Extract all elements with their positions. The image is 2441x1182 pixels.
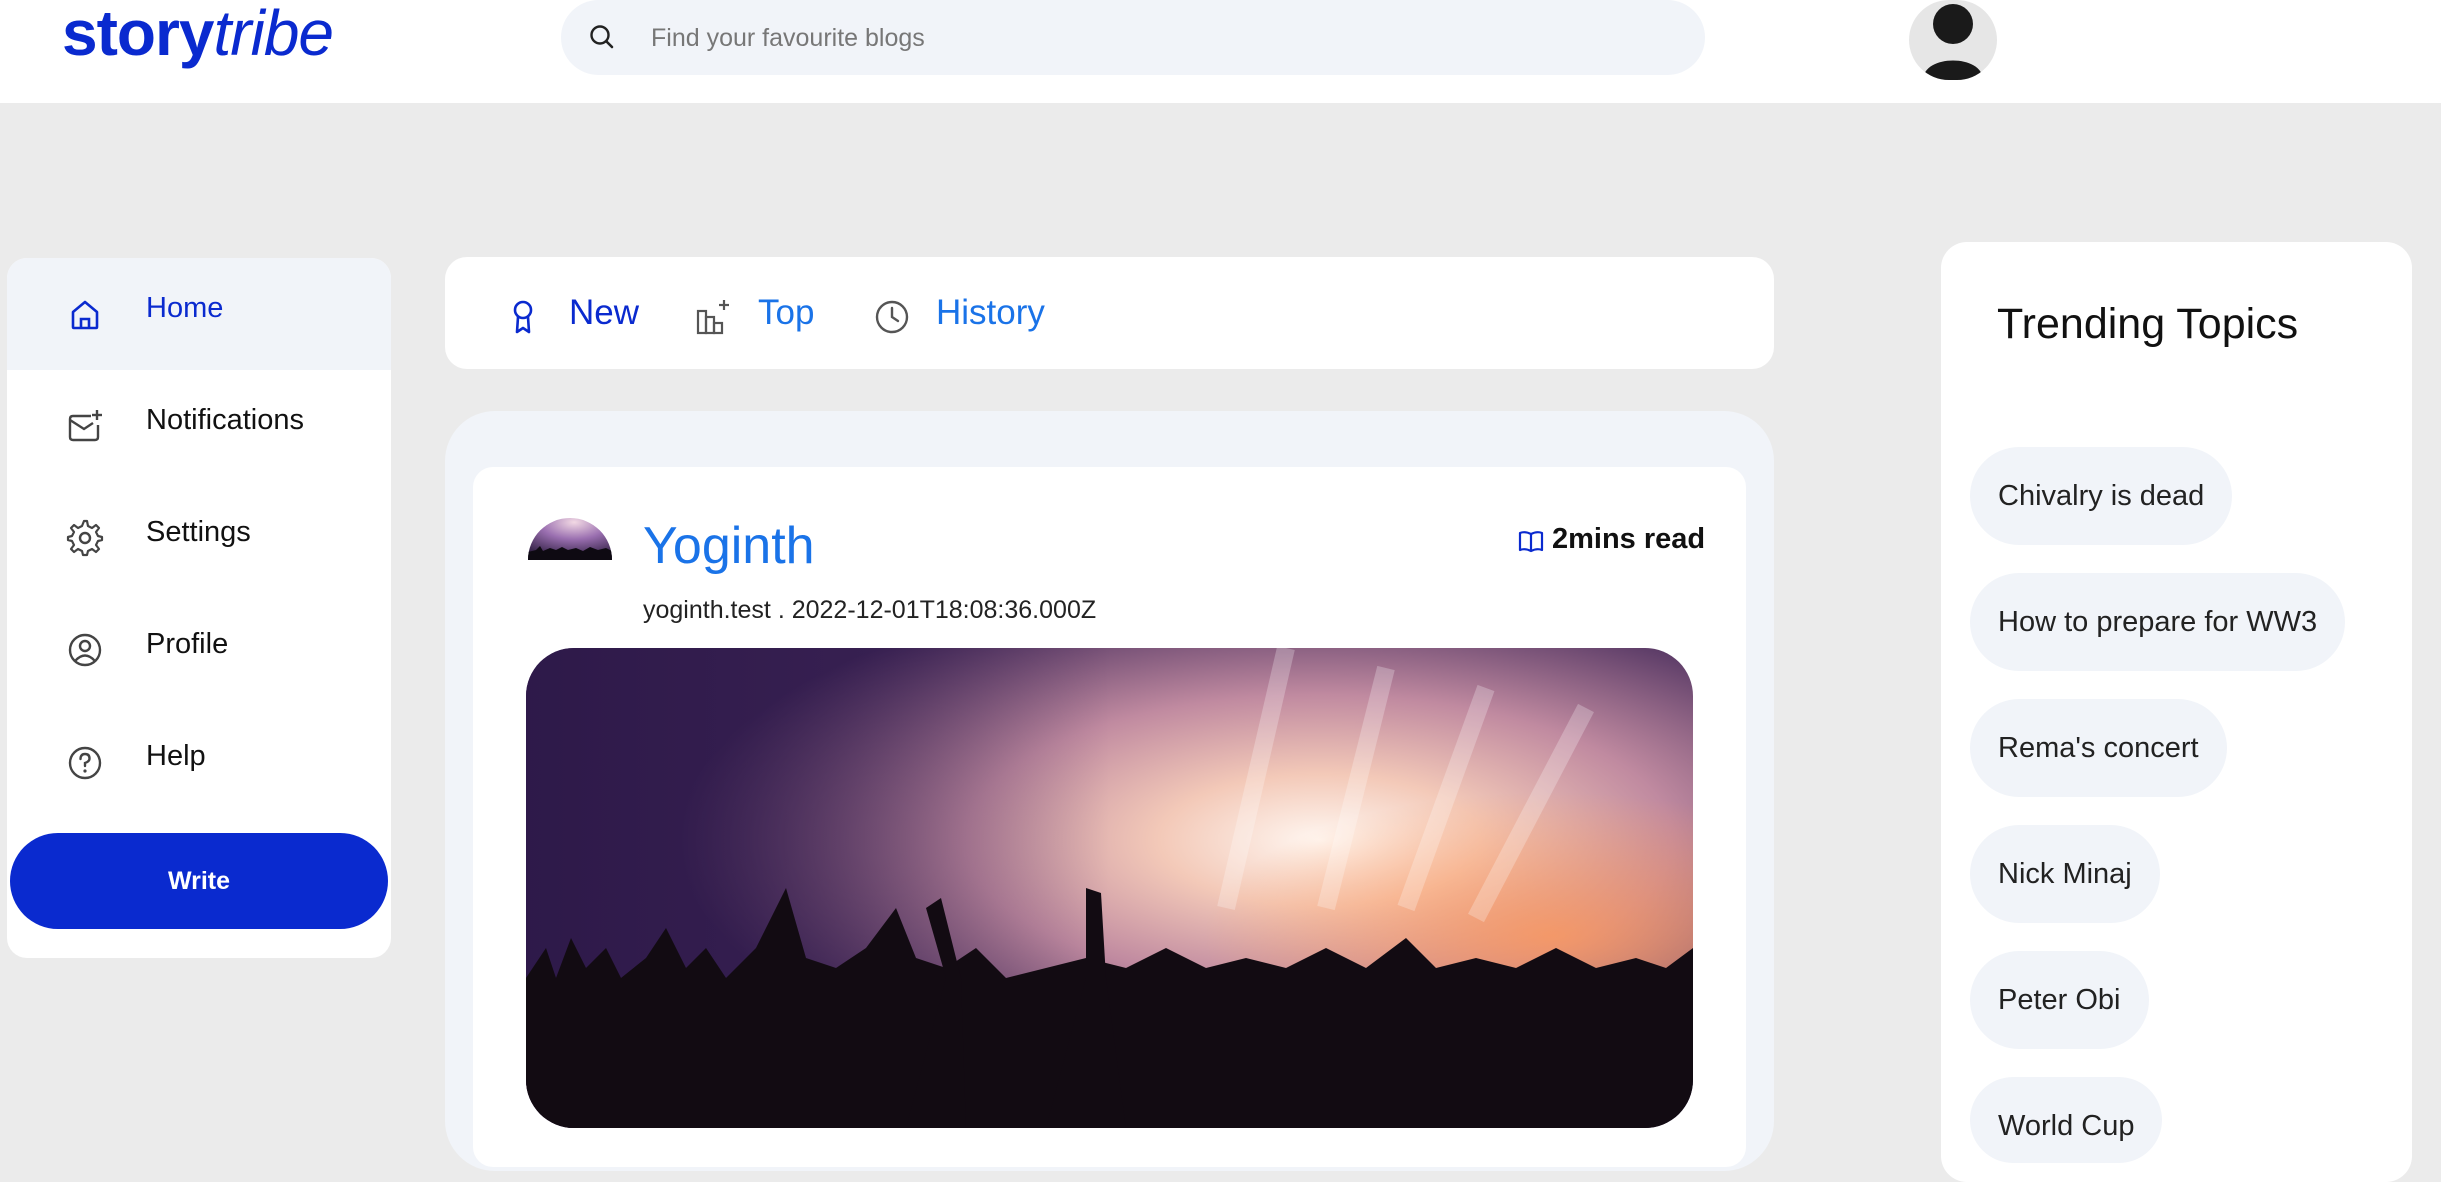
tab-top[interactable]: Top [695,285,825,341]
logo[interactable]: storytribe [62,0,334,69]
chart-plus-icon [696,300,729,335]
tab-new[interactable]: New [506,285,640,341]
tab-label: History [936,293,1045,332]
clock-icon [875,300,909,334]
sidebar-item-label: Profile [146,628,229,660]
mail-plus-icon [68,410,102,442]
gear-icon [66,519,104,557]
write-button[interactable]: Write [10,833,388,929]
post-date: 2022-12-01T18:08:36.000Z [791,596,1097,624]
logo-tribe: tribe [213,0,334,69]
top-bar: storytribe [0,0,2441,103]
search-bar[interactable] [561,0,1705,75]
sidebar-item-label: Settings [146,516,251,548]
logo-story: story [62,0,214,69]
trending-topic-chip[interactable]: Peter Obi [1970,951,2149,1049]
sidebar-item-settings[interactable]: Settings [7,482,391,594]
sidebar-item-notifications[interactable]: Notifications [7,370,391,482]
tab-label: New [569,293,640,332]
read-time-label: 2mins read [1552,523,1706,555]
trending-topic-chip[interactable]: How to prepare for WW3 [1970,573,2346,671]
post-author-name[interactable]: Yoginth [643,516,815,576]
tab-history[interactable]: History [873,285,1073,341]
post-meta: yoginth.test . 2022-12-01T18:08:36.000Z [643,596,1096,625]
open-book-icon [1518,531,1544,553]
concert-crowd-image [526,648,1693,1128]
user-icon [1923,4,1983,80]
trending-title: Trending Topics [1997,300,2299,348]
tab-label: Top [758,293,815,332]
sidebar-item-label: Help [146,740,206,772]
user-avatar-button[interactable] [1909,0,1997,80]
sidebar-item-home[interactable]: Home [7,258,391,370]
ribbon-icon [513,300,533,334]
search-input[interactable] [651,14,1651,62]
sidebar-item-profile[interactable]: Profile [7,594,391,706]
user-circle-icon [68,633,102,667]
trending-topic-chip[interactable]: Rema's concert [1970,699,2227,797]
sidebar-item-label: Home [146,292,224,324]
search-icon [590,25,614,49]
question-circle-icon [68,746,102,780]
trending-topic-chip[interactable]: World Cup [1970,1077,2163,1163]
meta-separator: . [777,596,785,624]
sidebar-item-help[interactable]: Help [7,706,391,818]
post-handle: yoginth.test [643,596,771,624]
trending-topic-chip[interactable]: Nick Minaj [1970,825,2160,923]
feed-tabs: New Top History [445,257,1774,369]
sidebar: Home Notifications Settings Profile Help… [7,258,391,958]
trending-topic-chip[interactable]: Chivalry is dead [1970,447,2233,545]
home-icon [71,300,99,330]
sidebar-item-label: Notifications [146,404,304,436]
post-image[interactable] [526,648,1693,1128]
